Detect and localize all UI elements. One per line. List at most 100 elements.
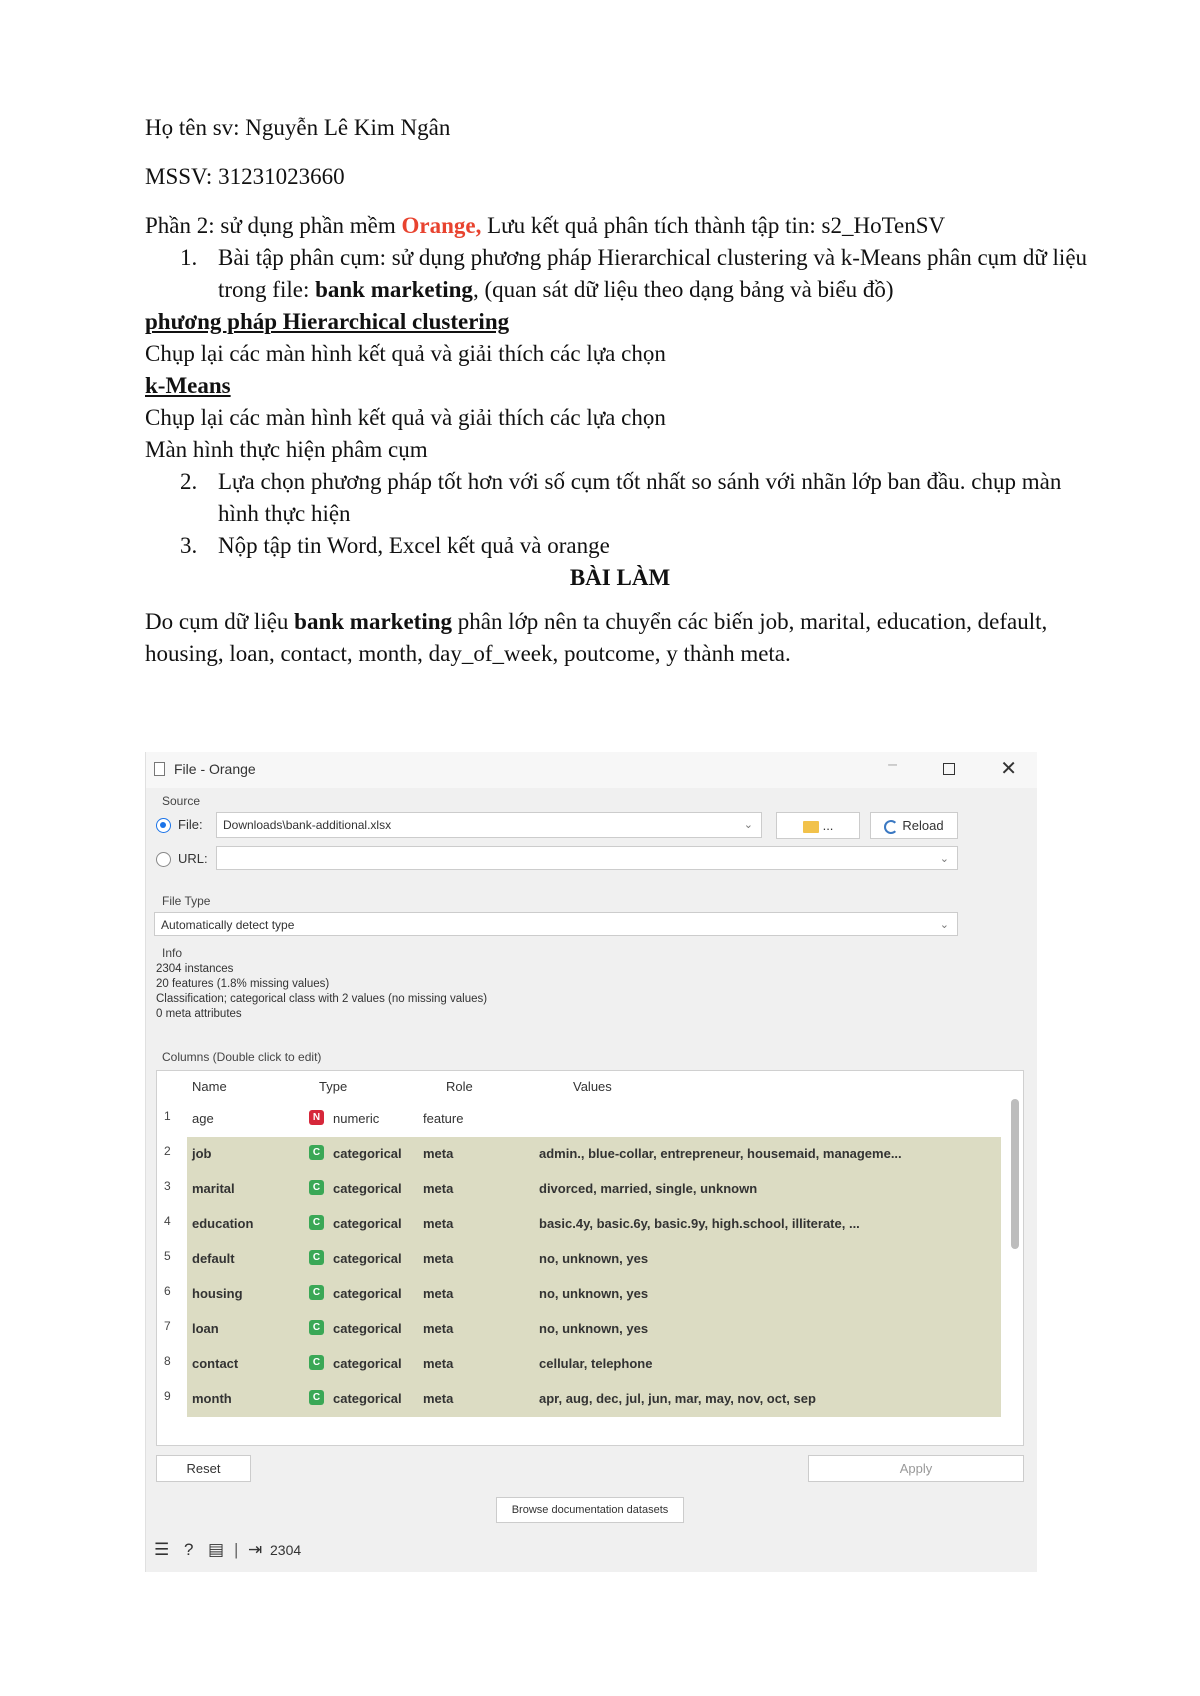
heading-kmeans: k-Means: [145, 373, 231, 398]
window-titlebar: File - Orange – ✕: [146, 752, 1037, 788]
columns-table[interactable]: Name Type Role Values 1 age Nnumeric featur…: [156, 1070, 1024, 1446]
row-number: 1: [164, 1109, 171, 1123]
window-title: File - Orange: [174, 761, 256, 777]
column-role[interactable]: meta: [423, 1216, 453, 1231]
type-badge-icon: C: [309, 1250, 324, 1265]
capture-instruction-1: Chụp lại các màn hình kết quả và giải th…: [145, 341, 666, 366]
column-values: admin., blue-collar, entrepreneur, house…: [539, 1146, 902, 1161]
url-label: URL:: [178, 851, 208, 866]
report-icon[interactable]: ▤: [208, 1540, 224, 1560]
url-combo[interactable]: ⌄: [216, 846, 958, 870]
type-badge-icon: C: [309, 1180, 324, 1195]
table-row[interactable]: month Ccategorical meta apr, aug, dec, jul,…: [187, 1382, 1001, 1417]
student-id: MSSV: 31231023660: [145, 164, 345, 189]
column-type[interactable]: categorical: [333, 1251, 402, 1266]
url-radio[interactable]: [156, 852, 171, 867]
student-name: Họ tên sv: Nguyễn Lê Kim Ngân: [145, 115, 451, 140]
browse-folder-button[interactable]: ...: [776, 812, 860, 839]
reload-button[interactable]: Reload: [870, 812, 958, 839]
header-type[interactable]: Type: [319, 1079, 347, 1094]
folder-icon: [802, 820, 819, 833]
header-values[interactable]: Values: [573, 1079, 612, 1094]
task-item-2: 2. Lựa chọn phương pháp tốt hơn với số cụ…: [180, 469, 1062, 526]
chevron-down-icon: ⌄: [743, 819, 753, 831]
status-bar: ☰ ? ▤ | ⇥ 2304: [146, 1532, 1037, 1572]
row-number: 4: [164, 1214, 171, 1228]
column-role[interactable]: meta: [423, 1146, 453, 1161]
table-row[interactable]: contact Ccategorical meta cellular, telepho…: [187, 1347, 1001, 1382]
columns-label: Columns (Double click to edit): [162, 1050, 322, 1064]
type-badge-icon: C: [309, 1320, 324, 1335]
column-role[interactable]: feature: [423, 1111, 463, 1126]
column-role[interactable]: meta: [423, 1321, 453, 1336]
task-list-2: 2. Lựa chọn phương pháp tốt hơn với số cụ…: [145, 466, 1095, 562]
heading-hierarchical: phương pháp Hierarchical clustering: [145, 309, 510, 334]
column-values: apr, aug, dec, jul, jun, mar, may, nov, …: [539, 1391, 816, 1406]
file-path-combo[interactable]: Downloads\bank-additional.xlsx ⌄: [216, 812, 762, 838]
maximize-icon[interactable]: [943, 763, 955, 775]
file-type-combo[interactable]: Automatically detect type ⌄: [154, 912, 958, 936]
divider: |: [234, 1540, 239, 1559]
task-list: 1. Bài tập phân cụm: sử dụng phương pháp …: [145, 242, 1095, 306]
output-count: 2304: [270, 1542, 302, 1558]
minimize-icon[interactable]: –: [888, 756, 897, 774]
column-role[interactable]: meta: [423, 1391, 453, 1406]
column-type[interactable]: categorical: [333, 1321, 402, 1336]
column-name: age: [192, 1111, 214, 1126]
column-type[interactable]: categorical: [333, 1286, 402, 1301]
column-values: no, unknown, yes: [539, 1286, 649, 1301]
file-type-label: File Type: [162, 894, 211, 908]
column-type[interactable]: categorical: [333, 1391, 402, 1406]
table-row[interactable]: default Ccategorical meta no, unknown, yes: [187, 1242, 1001, 1277]
help-icon[interactable]: ?: [184, 1540, 193, 1560]
header-name[interactable]: Name: [192, 1079, 227, 1094]
type-badge-icon: C: [309, 1145, 324, 1160]
column-type[interactable]: categorical: [333, 1216, 402, 1231]
answer-title: BÀI LÀM: [569, 565, 671, 590]
column-role[interactable]: meta: [423, 1251, 453, 1266]
menu-icon[interactable]: ☰: [154, 1540, 169, 1560]
type-badge-icon: C: [309, 1215, 324, 1230]
source-label: Source: [162, 794, 201, 808]
column-role[interactable]: meta: [423, 1356, 453, 1371]
answer-paragraph: Do cụm dữ liệu bank marketing phân lớp n…: [145, 609, 1048, 666]
column-role[interactable]: meta: [423, 1286, 453, 1301]
table-row[interactable]: marital Ccategorical meta divorced, married…: [187, 1172, 1001, 1207]
apply-button[interactable]: Apply: [808, 1455, 1024, 1482]
output-icon: ⇥: [248, 1540, 263, 1559]
type-badge-icon: C: [309, 1355, 324, 1370]
reset-button[interactable]: Reset: [156, 1455, 251, 1482]
chevron-down-icon: ⌄: [939, 919, 949, 931]
header-role[interactable]: Role: [446, 1079, 473, 1094]
table-header: Name Type Role Values: [157, 1071, 1023, 1101]
row-number: 3: [164, 1179, 171, 1193]
table-row[interactable]: job Ccategorical meta admin., blue-collar, …: [187, 1137, 1001, 1172]
table-row[interactable]: loan Ccategorical meta no, unknown, yes: [187, 1312, 1001, 1347]
column-name: default: [192, 1251, 235, 1266]
row-number: 5: [164, 1249, 171, 1263]
row-number: 2: [164, 1144, 171, 1158]
capture-instruction-2: Chụp lại các màn hình kết quả và giải th…: [145, 405, 666, 430]
orange-file-window: File - Orange – ✕ Source File: Downloads…: [145, 752, 1037, 1572]
close-icon[interactable]: ✕: [1000, 756, 1017, 781]
column-role[interactable]: meta: [423, 1181, 453, 1196]
column-values: basic.4y, basic.6y, basic.9y, high.schoo…: [539, 1216, 860, 1231]
column-type[interactable]: numeric: [333, 1111, 379, 1126]
browse-datasets-button[interactable]: Browse documentation datasets: [496, 1497, 684, 1523]
column-type[interactable]: categorical: [333, 1181, 402, 1196]
document-icon: [154, 762, 165, 776]
table-scrollbar[interactable]: [1011, 1099, 1019, 1249]
column-type[interactable]: categorical: [333, 1356, 402, 1371]
task-item-3: 3. Nộp tập tin Word, Excel kết quả và ora…: [180, 533, 610, 558]
row-number: 6: [164, 1284, 171, 1298]
column-type[interactable]: categorical: [333, 1146, 402, 1161]
table-row[interactable]: age Nnumeric feature: [187, 1102, 1001, 1137]
file-radio[interactable]: [156, 818, 171, 833]
file-label: File:: [178, 817, 203, 832]
table-row[interactable]: education Ccategorical meta basic.4y, basic…: [187, 1207, 1001, 1242]
part2-heading: Phần 2: sử dụng phần mềm Orange, Lưu kết…: [145, 213, 946, 238]
column-values: no, unknown, yes: [539, 1321, 649, 1336]
table-row[interactable]: housing Ccategorical meta no, unknown, yes: [187, 1277, 1001, 1312]
task-item-1: 1. Bài tập phân cụm: sử dụng phương pháp …: [180, 245, 1088, 302]
column-name: month: [192, 1391, 232, 1406]
